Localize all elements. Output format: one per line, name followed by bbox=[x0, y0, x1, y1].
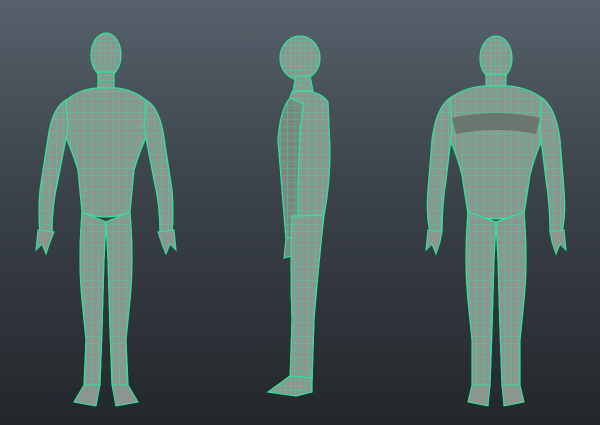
viewport-canvas[interactable] bbox=[0, 0, 600, 425]
back-view-mesh[interactable] bbox=[425, 35, 567, 407]
front-view-mesh[interactable] bbox=[35, 32, 177, 407]
side-view-mesh[interactable] bbox=[266, 35, 331, 397]
modeling-viewport[interactable] bbox=[0, 0, 600, 425]
